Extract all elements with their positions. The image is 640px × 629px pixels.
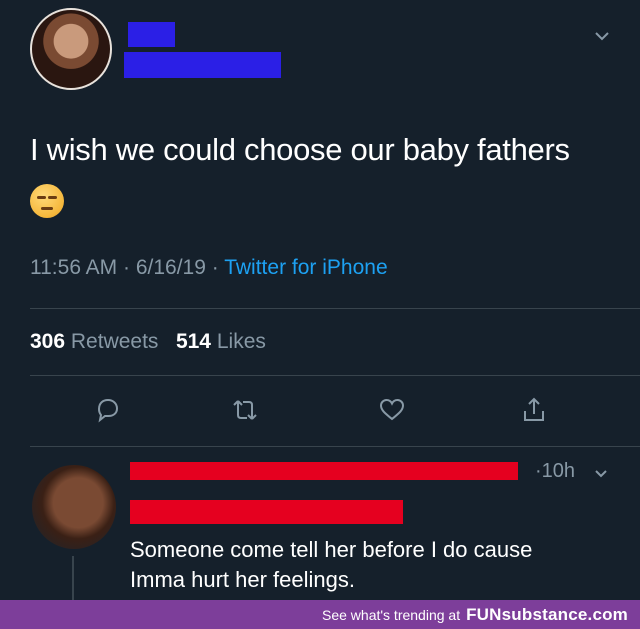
retweet-icon [233, 400, 257, 420]
tweet-time: 11:56 AM [30, 256, 118, 279]
retweet-button[interactable] [225, 390, 265, 430]
reply-button[interactable] [88, 390, 128, 430]
meta-separator: · [535, 460, 542, 482]
meta-separator: · [123, 256, 136, 279]
reply-author-name-redaction [130, 462, 518, 480]
meta-separator: · [211, 256, 225, 279]
author-name-redaction [128, 22, 175, 47]
author-handle-redaction [124, 52, 281, 78]
watermark-brand: FUNsubstance.com [466, 604, 628, 624]
reply-menu-chevron-down-icon[interactable] [594, 466, 608, 484]
tweet-meta: 11:56 AM · 6/16/19 · Twitter for iPhone [30, 256, 388, 280]
thread-line [72, 556, 74, 606]
author-avatar[interactable] [30, 8, 112, 90]
tweet-stats: 306 Retweets 514 Likes [30, 330, 266, 354]
retweets-label[interactable]: Retweets [71, 330, 159, 353]
share-button[interactable] [514, 390, 554, 430]
reply-text: Someone come tell her before I do cause … [130, 535, 532, 595]
watermark-prefix: See what's trending at [322, 606, 461, 623]
watermark-banner: See what's trending at FUNsubstance.com [0, 600, 640, 629]
unamused-face-emoji-icon [30, 184, 64, 218]
reply-text-line: Someone come tell her before I do cause [130, 537, 533, 562]
reply-author-handle-redaction [130, 500, 403, 524]
share-icon [524, 397, 544, 421]
divider [30, 375, 640, 376]
tweet-menu-chevron-down-icon[interactable] [594, 26, 610, 47]
reply-text-line: Imma hurt her feelings. [130, 567, 355, 592]
tweet-source-link[interactable]: Twitter for iPhone [224, 256, 387, 279]
tweet-date: 6/16/19 [135, 256, 206, 279]
divider [30, 446, 640, 447]
likes-count[interactable]: 514 [176, 330, 211, 353]
reply-time: ·10h [535, 460, 575, 483]
likes-label[interactable]: Likes [217, 330, 266, 353]
like-button[interactable] [372, 390, 412, 430]
reply-icon [97, 398, 119, 423]
retweets-count[interactable]: 306 [30, 330, 65, 353]
reply-time-value: 10h [541, 460, 576, 482]
tweet-text: I wish we could choose our baby fathers [30, 132, 570, 167]
reply-author-avatar[interactable] [32, 465, 116, 549]
divider [30, 308, 640, 309]
like-icon [379, 398, 405, 421]
